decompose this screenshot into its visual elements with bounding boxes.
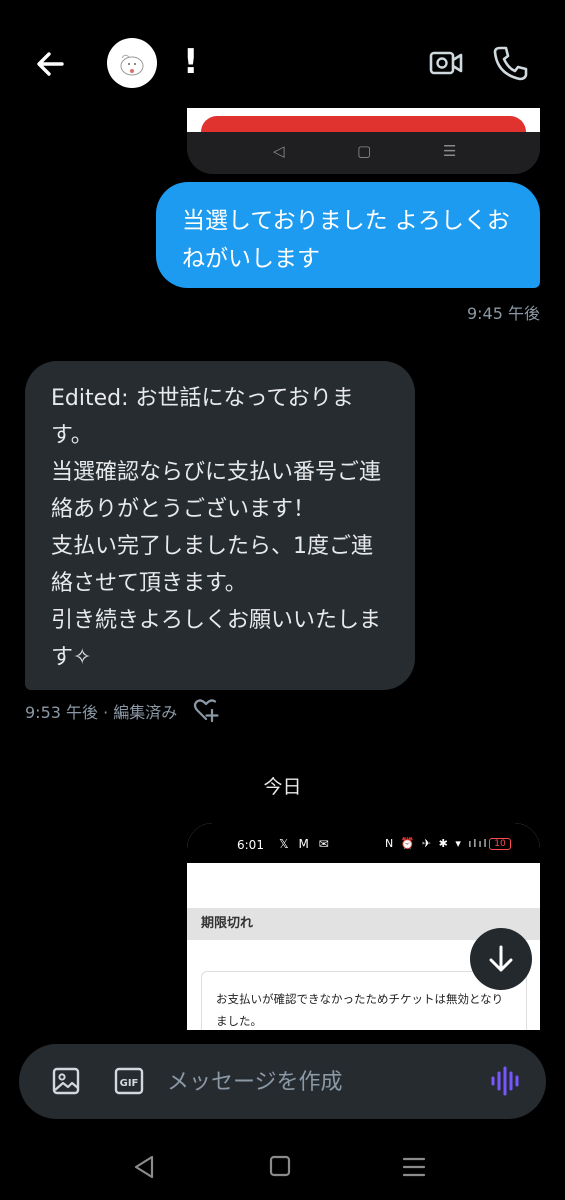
received-message-timestamp: 9:53 午後 · 編集済み	[25, 703, 178, 722]
phone-icon[interactable]	[492, 44, 528, 82]
status-system-icons: N ⏰ ✈ ✱ ▾ ılıl	[385, 837, 489, 850]
system-navigation-bar	[0, 1140, 565, 1200]
square-home-icon: ▢	[357, 142, 372, 160]
sent-message-timestamp: 9:45 午後	[466, 304, 540, 323]
sent-message-bubble[interactable]: 当選しておりました よろしくおねがいします	[156, 182, 540, 288]
gif-label: GIF	[120, 1078, 139, 1089]
battery-icon: 10	[489, 838, 511, 850]
arrow-down-icon	[489, 945, 513, 972]
date-separator: 今日	[263, 776, 302, 798]
screenshot-nav-bar: ◁ ▢ ☰	[187, 132, 540, 174]
nav-back-icon[interactable]	[130, 1152, 158, 1182]
nav-home-icon[interactable]	[268, 1154, 292, 1178]
avatar-drawing-icon	[120, 54, 144, 76]
contact-name[interactable]: !	[183, 42, 199, 82]
heart-plus-icon[interactable]	[192, 696, 220, 724]
sent-message-text: 当選しておりました よろしくおねがいします	[182, 208, 510, 272]
message-input[interactable]	[167, 1066, 467, 1098]
message-composer: GIF	[19, 1044, 546, 1119]
voice-waveform-icon[interactable]	[489, 1064, 523, 1098]
nav-recents-icon[interactable]	[400, 1154, 428, 1180]
gif-icon: GIF	[114, 1067, 144, 1095]
scroll-to-bottom-button[interactable]	[470, 928, 532, 990]
received-message-text: Edited: お世話になっております。 当選確認ならびに支払い番号ご連絡ありが…	[51, 386, 382, 670]
menu-lines-icon: ☰	[443, 142, 457, 160]
status-time: 6:01	[237, 838, 264, 852]
conversation-header: !	[0, 0, 565, 110]
gif-button[interactable]: GIF	[114, 1067, 144, 1095]
avatar[interactable]	[107, 38, 157, 88]
video-camera-icon[interactable]	[428, 45, 464, 81]
screenshot-status-bar: 6:01 𝕏 M ✉ N ⏰ ✈ ✱ ▾ ılıl 10	[187, 823, 540, 863]
status-app-icons: 𝕏 M ✉	[279, 837, 332, 851]
arrow-left-icon[interactable]	[30, 44, 70, 84]
image-message-top[interactable]: ◁ ▢ ☰	[187, 108, 540, 174]
photo-icon[interactable]	[51, 1066, 81, 1096]
triangle-back-icon: ◁	[273, 142, 285, 160]
received-message-bubble[interactable]: Edited: お世話になっております。 当選確認ならびに支払い番号ご連絡ありが…	[25, 361, 415, 690]
image-message-bottom[interactable]: 6:01 𝕏 M ✉ N ⏰ ✈ ✱ ▾ ılıl 10 期限切れ お支払いが確…	[187, 823, 540, 1030]
